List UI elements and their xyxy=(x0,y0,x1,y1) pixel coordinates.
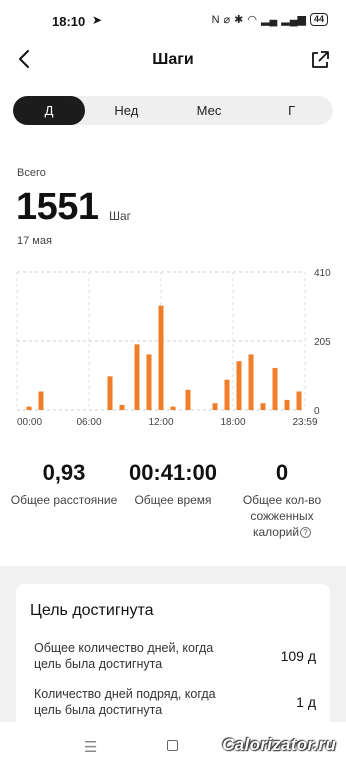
app-header: Шаги xyxy=(0,42,346,78)
y-tick-label: 0 xyxy=(314,406,320,417)
watermark-text: Calorizator.ru xyxy=(222,735,336,754)
share-button[interactable] xyxy=(306,45,334,75)
chart-bar[interactable] xyxy=(260,403,266,410)
tab-year[interactable]: Г xyxy=(250,96,333,125)
battery-icon: 44 xyxy=(309,13,328,26)
menu-icon[interactable]: ☰ xyxy=(84,738,97,756)
status-bar: 18:10 ➤ N ⌀ ✱ ◠ ▂▄ ▂▄▆ 44 xyxy=(0,0,346,42)
chart-bar[interactable] xyxy=(272,367,278,410)
selected-date: 17 мая xyxy=(17,235,52,247)
streak-days-value: 1 д xyxy=(296,694,316,710)
total-days-label-line1: Общее количество дней, когда xyxy=(34,641,214,655)
stat-calories: 0 Общее кол-во сожженных калорий? xyxy=(232,460,332,540)
distance-value: 0,93 xyxy=(42,460,86,485)
signal-icon: ▂▄ xyxy=(261,14,278,26)
help-icon[interactable]: ? xyxy=(300,527,312,539)
goal-card: Цель достигнута Общее количество дней, к… xyxy=(16,584,330,744)
chart-bar[interactable] xyxy=(134,344,140,410)
chart-bar[interactable] xyxy=(236,361,242,410)
status-icons: N ⌀ ✱ ◠ ▂▄ ▂▄▆ 44 xyxy=(212,13,328,26)
total-steps-unit: Шаг xyxy=(109,209,132,223)
total-label: Всего xyxy=(17,167,46,179)
x-tick-label: 23:59 xyxy=(292,417,317,428)
chart-bar[interactable] xyxy=(26,406,32,410)
chart-bar[interactable] xyxy=(158,305,164,410)
steps-chart[interactable]: 410 205 0 00:00 06:00 12:00 18:00 23:59 xyxy=(0,262,346,432)
time-label: Общее время xyxy=(134,493,212,507)
wifi-icon: ◠ xyxy=(247,14,257,26)
total-steps-value: 1551 xyxy=(16,186,99,228)
streak-days-label: Количество дней подряд, когда цель была … xyxy=(34,686,244,718)
chart-bar[interactable] xyxy=(224,379,230,410)
goal-row-streak-days: Количество дней подряд, когда цель была … xyxy=(34,686,316,718)
goal-row-total-days: Общее количество дней, когда цель была д… xyxy=(34,640,316,672)
chart-bar[interactable] xyxy=(296,391,302,410)
stat-distance: 0,93 Общее расстояние xyxy=(8,460,120,508)
chart-bar[interactable] xyxy=(119,404,125,410)
chart-bar[interactable] xyxy=(212,403,218,410)
chart-bar[interactable] xyxy=(248,354,254,410)
chart-bar[interactable] xyxy=(38,391,44,410)
total-days-label: Общее количество дней, когда цель была д… xyxy=(34,640,244,672)
x-tick-label: 12:00 xyxy=(148,417,173,428)
chart-bar[interactable] xyxy=(170,406,176,410)
alarm-off-icon: ⌀ xyxy=(223,14,231,26)
distance-label: Общее расстояние xyxy=(10,493,118,507)
nfc-icon: N xyxy=(211,13,220,26)
streak-days-label-line2: цель была достигнута xyxy=(34,703,163,717)
page-title: Шаги xyxy=(152,51,194,68)
bluetooth-icon: ✱ xyxy=(234,14,244,26)
external-link-icon xyxy=(312,51,329,68)
chart-bar[interactable] xyxy=(146,354,152,410)
x-tick-label: 06:00 xyxy=(76,417,101,428)
telegram-icon: ➤ xyxy=(92,13,103,27)
signal-icon-2: ▂▄▆ xyxy=(281,14,306,26)
status-time: 18:10 xyxy=(52,14,86,29)
calories-label-line2: сожженных xyxy=(250,509,314,523)
total-days-label-line2: цель была достигнута xyxy=(34,657,163,671)
y-tick-label: 205 xyxy=(314,337,331,348)
y-tick-label: 410 xyxy=(314,268,331,279)
calories-label-line3: калорий xyxy=(252,525,300,539)
streak-days-label-line1: Количество дней подряд, когда xyxy=(34,687,216,701)
period-tabs: Д Нед Мес Г xyxy=(13,96,333,125)
chart-bar[interactable] xyxy=(185,389,191,410)
total-days-value: 109 д xyxy=(280,648,316,664)
calories-label: Общее кол-во сожженных калорий? xyxy=(232,492,332,540)
home-icon[interactable] xyxy=(167,740,178,751)
stats-row: 0,93 Общее расстояние 00:41:00 Общее вре… xyxy=(0,460,346,540)
calories-value: 0 xyxy=(275,460,289,485)
system-nav-bar: ☰ Calorizator.ru xyxy=(0,722,346,768)
x-tick-label: 18:00 xyxy=(220,417,245,428)
stat-time: 00:41:00 Общее время xyxy=(118,460,228,508)
tab-day[interactable]: Д xyxy=(13,96,85,125)
calories-label-line1: Общее кол-во xyxy=(242,493,322,507)
goal-title: Цель достигнута xyxy=(30,602,154,619)
chart-bar[interactable] xyxy=(107,376,113,410)
time-value: 00:41:00 xyxy=(128,460,218,485)
x-tick-label: 00:00 xyxy=(17,417,42,428)
tab-week[interactable]: Нед xyxy=(85,96,168,125)
tab-month[interactable]: Мес xyxy=(168,96,251,125)
chart-bar[interactable] xyxy=(284,399,290,410)
